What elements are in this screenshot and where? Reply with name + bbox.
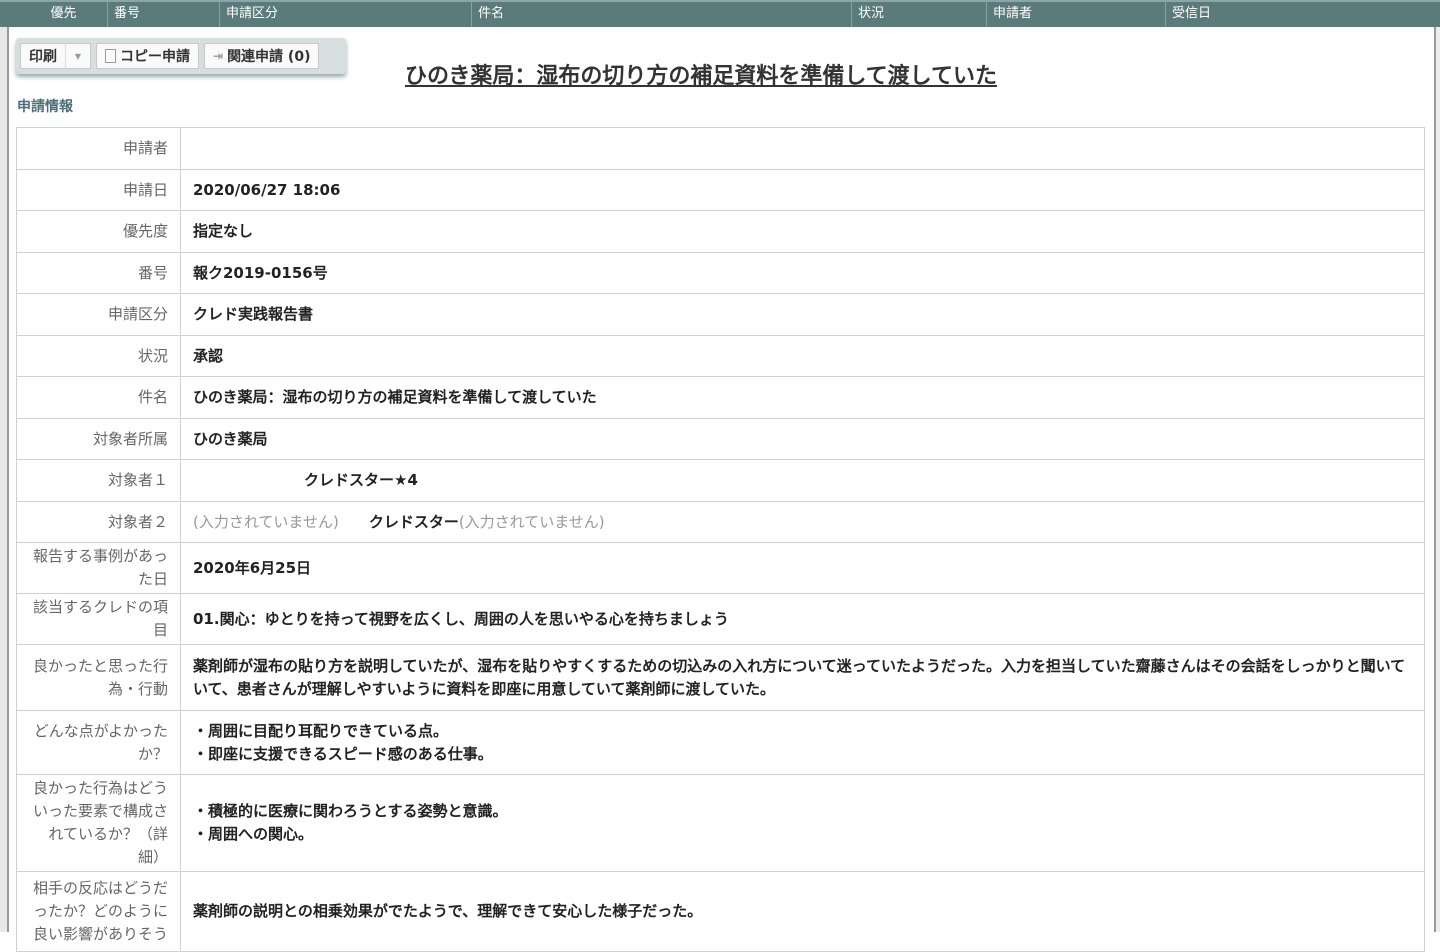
col-subject[interactable]: 件名 [472,2,852,27]
field-label: 対象者所属 [16,418,181,460]
related-icon: ⇥ [213,49,224,63]
table-row: 優先度 指定なし [16,210,1425,253]
col-priority[interactable]: 優先 [0,2,108,27]
field-value: 2020/06/27 18:06 [180,169,1425,211]
value-text: 2020年6月25日 [193,558,312,577]
section-title: 申請情報 [17,99,73,115]
value-text: ひのき薬局 [193,429,268,448]
document-icon [105,49,116,63]
value-text: 薬剤師の説明との相乗効果がでたようで、理解できて安心した様子だった。 [193,902,703,920]
col-status[interactable]: 状況 [852,2,987,27]
table-row: 申請者 [16,127,1425,170]
field-value: ひのき薬局 [180,418,1425,460]
value-text: 指定なし [193,222,254,240]
field-label: 良かった行為はどういった要素で構成されているか？（詳細） [16,774,181,872]
page-title: ひのき薬局：湿布の切り方の補足資料を準備して渡していた [405,64,998,89]
print-label: 印刷 [29,49,57,65]
value-text: 承認 [193,346,224,365]
table-row: 該当するクレドの項目 01.関心：ゆとりを持って視野を広くし、周囲の人を思いやる心… [16,593,1425,645]
field-label: 件名 [16,376,181,419]
value-text: ひのき薬局：湿布の切り方の補足資料を準備して渡していた [193,388,597,406]
field-label: 良かったと思った行為・行動 [16,644,181,711]
table-row: 状況 承認 [16,335,1425,377]
field-value: クレド実践報告書 [180,293,1425,336]
value-line: ・周囲への関心。 [193,825,314,843]
copy-label: コピー申請 [120,49,190,65]
related-request-button[interactable]: ⇥ 関連申請 (0) [204,43,320,69]
value-text: クレドスター★4 [304,471,418,489]
table-row: 番号 報ク2019-0156号 [16,252,1425,294]
table-row: 対象者１ クレドスター★4 [16,459,1425,502]
field-label: 相手の反応はどうだったか？どのように良い影響がありそう [16,871,181,952]
value-line: ・積極的に医療に関わろうとする姿勢と意識。 [193,802,508,820]
field-value: (入力されていません) クレドスター(入力されていません) [180,501,1425,543]
field-value: ・積極的に医療に関わろうとする姿勢と意識。 ・周囲への関心。 [180,774,1425,872]
value-text: クレドスター [368,512,459,531]
table-row: 良かった行為はどういった要素で構成されているか？（詳細） ・積極的に医療に関わろう… [16,774,1425,872]
field-value: 指定なし [180,210,1425,253]
table-row: 良かったと思った行為・行動 薬剤師が湿布の貼り方を説明していたが、湿布を貼りやすく… [16,644,1425,711]
left-frame [0,27,9,932]
value-text: クレド実践報告書 [193,305,314,323]
field-value: 薬剤師の説明との相乗効果がでたようで、理解できて安心した様子だった。 [180,871,1425,952]
field-label: どんな点がよかったか？ [16,710,181,775]
col-applicant[interactable]: 申請者 [987,2,1166,27]
field-label: 申請者 [16,127,181,170]
table-row: 申請区分 クレド実践報告書 [16,293,1425,336]
print-button[interactable]: 印刷 [20,43,66,69]
field-label: 対象者１ [16,459,181,502]
field-value: 報ク2019-0156号 [180,252,1425,294]
field-value: 2020年6月25日 [180,542,1425,594]
field-label: 該当するクレドの項目 [16,593,181,645]
field-label: 報告する事例があった日 [16,542,181,594]
table-row: 報告する事例があった日 2020年6月25日 [16,542,1425,594]
field-label: 対象者２ [16,501,181,543]
request-info-table: 申請者 申請日 2020/06/27 18:06 優先度 指定なし 番号 報ク2019-01… [16,127,1425,952]
toolbar: 印刷 ▼ コピー申請 ⇥ 関連申請 (0) [16,38,346,74]
field-label: 申請区分 [16,293,181,336]
value-text: 薬剤師が湿布の貼り方を説明していたが、湿布を貼りやすくするための切込みの入れ方に… [193,656,1406,698]
table-row: 相手の反応はどうだったか？どのように良い影響がありそう 薬剤師の説明との相乗効果が… [16,871,1425,952]
field-value: 薬剤師が湿布の貼り方を説明していたが、湿布を貼りやすくするための切込みの入れ方に… [180,644,1425,711]
field-value [180,127,1425,170]
scrollbar[interactable] [1434,27,1440,932]
table-row: 対象者２ (入力されていません) クレドスター(入力されていません) [16,501,1425,543]
table-row: 対象者所属 ひのき薬局 [16,418,1425,460]
field-value: ・周囲に目配り耳配りできている点。・即座に支援できるスピード感のある仕事。 [180,710,1425,775]
field-value: 01.関心：ゆとりを持って視野を広くし、周囲の人を思いやる心を持ちましょう [180,593,1425,645]
field-value: ひのき薬局：湿布の切り方の補足資料を準備して渡していた [180,376,1425,419]
field-value: クレドスター★4 [180,459,1425,502]
value-text: 01.関心：ゆとりを持って視野を広くし、周囲の人を思いやる心を持ちましょう [193,609,729,628]
list-header: 優先 番号 申請区分 件名 状況 申請者 受信日 [0,0,1440,27]
col-number[interactable]: 番号 [108,2,220,27]
field-value: 承認 [180,335,1425,377]
related-label: 関連申請 (0) [227,49,311,65]
value-line: ・即座に支援できるスピード感のある仕事。 [193,744,493,763]
value-line: ・周囲に目配り耳配りできている点。 [193,721,449,740]
col-received[interactable]: 受信日 [1166,2,1440,27]
empty-placeholder: (入力されていません) [458,512,605,531]
field-label: 状況 [16,335,181,377]
field-label: 番号 [16,252,181,294]
table-row: 件名 ひのき薬局：湿布の切り方の補足資料を準備して渡していた [16,376,1425,419]
field-label: 優先度 [16,210,181,253]
print-dropdown-chevron-icon[interactable]: ▼ [65,43,91,69]
value-text: 2020/06/27 18:06 [193,180,341,199]
copy-request-button[interactable]: コピー申請 [96,43,199,69]
value-text: 報ク2019-0156号 [193,263,328,282]
col-category[interactable]: 申請区分 [220,2,472,27]
table-row: どんな点がよかったか？ ・周囲に目配り耳配りできている点。 ・即座に支援できるスピー… [16,710,1425,775]
empty-placeholder: (入力されていません) [193,512,339,531]
table-row: 申請日 2020/06/27 18:06 [16,169,1425,211]
field-label: 申請日 [16,169,181,211]
